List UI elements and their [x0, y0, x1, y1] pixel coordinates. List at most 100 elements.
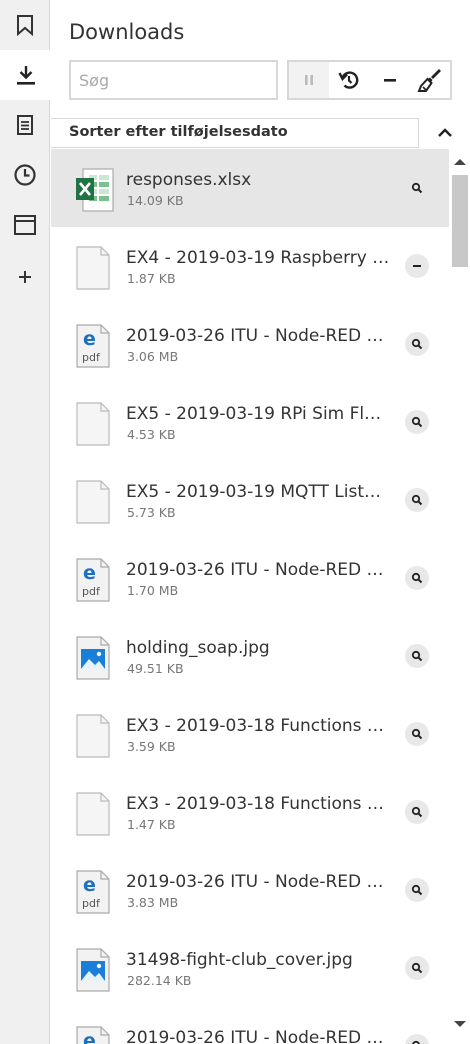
download-item[interactable]: e pdf 2019-03-26 ITU - Node-RED and MQTT…: [51, 851, 449, 929]
download-item[interactable]: EX3 - 2019-03-18 Functions flow.json 3.5…: [51, 695, 449, 773]
download-name: responses.xlsx: [126, 170, 252, 190]
blank-file-icon: [76, 246, 110, 290]
download-name: 2019-03-26 ITU - Node-RED and MQTT.pdf: [126, 326, 391, 346]
show-in-folder-button[interactable]: [405, 176, 429, 200]
download-toolbar: [287, 60, 452, 100]
download-item[interactable]: EX5 - 2019-03-19 MQTT Listener.json 5.73…: [51, 461, 449, 539]
show-in-folder-button[interactable]: [405, 878, 429, 902]
download-name: holding_soap.jpg: [126, 638, 270, 658]
download-item[interactable]: e pdf 2019-03-26 ITU - Node-RED and MQTT…: [51, 305, 449, 383]
search-icon: [411, 182, 423, 194]
download-item[interactable]: EX5 - 2019-03-19 RPi Sim Flows.json 4.53…: [51, 383, 449, 461]
search-icon: [411, 338, 423, 350]
search-icon: [411, 494, 423, 506]
history-button[interactable]: [0, 150, 50, 200]
download-name: 2019-03-26 ITU - Node-RED and MQTT (3).p…: [126, 1028, 391, 1044]
show-in-folder-button[interactable]: [405, 1034, 429, 1044]
download-icon: [16, 66, 35, 85]
cancel-icon: [413, 265, 421, 267]
download-item[interactable]: holding_soap.jpg 49.51 KB: [51, 617, 449, 695]
download-item[interactable]: EX3 - 2019-03-18 Functions flow (1).json…: [51, 773, 449, 851]
show-in-folder-button[interactable]: [405, 488, 429, 512]
downloads-list: responses.xlsx 14.09 KB EX4 - 2019-03-19…: [51, 149, 449, 1044]
bookmarks-button[interactable]: [0, 0, 50, 50]
show-in-folder-button[interactable]: [405, 410, 429, 434]
download-name: EX3 - 2019-03-18 Functions flow.json: [126, 716, 391, 736]
chevron-up-icon: [437, 128, 452, 137]
download-size: 3.83 MB: [127, 895, 179, 910]
download-item[interactable]: e pdf 2019-03-26 ITU - Node-RED and MQTT…: [51, 1007, 449, 1044]
svg-text:e: e: [83, 874, 96, 896]
pause-icon: [305, 75, 314, 85]
cancel-button[interactable]: [370, 62, 410, 98]
image-file-icon: [76, 948, 110, 992]
notes-icon: [17, 115, 33, 135]
sort-order-button[interactable]: [418, 118, 470, 148]
file-icon-wrap: [75, 947, 111, 992]
file-icon-wrap: [75, 635, 111, 680]
show-in-folder-button[interactable]: [405, 722, 429, 746]
blank-file-icon: [76, 402, 110, 446]
search-icon: [411, 806, 423, 818]
download-item[interactable]: 31498-fight-club_cover.jpg 282.14 KB: [51, 929, 449, 1007]
search-icon: [411, 884, 423, 896]
add-panel-button[interactable]: [0, 252, 50, 302]
pause-button[interactable]: [289, 62, 330, 98]
download-name: EX4 - 2019-03-19 Raspberry Pi Sim Flows.…: [126, 248, 391, 268]
download-item[interactable]: EX4 - 2019-03-19 Raspberry Pi Sim Flows.…: [51, 227, 449, 305]
blank-file-icon: [76, 714, 110, 758]
download-name: 2019-03-26 ITU - Node-RED and MQTT (2).p…: [126, 872, 391, 892]
download-name: 31498-fight-club_cover.jpg: [126, 950, 353, 970]
show-in-folder-button[interactable]: [405, 644, 429, 668]
downloads-button[interactable]: [0, 50, 51, 100]
window-icon: [14, 215, 36, 235]
side-rail: [0, 0, 51, 1044]
svg-text:pdf: pdf: [82, 897, 101, 910]
scrollbar[interactable]: [450, 149, 470, 1044]
notes-button[interactable]: [0, 100, 50, 150]
download-size: 3.06 MB: [127, 349, 179, 364]
search-icon: [411, 728, 423, 740]
sort-bar[interactable]: Sorter efter tilføjelsesdato: [51, 118, 470, 148]
history-icon: [14, 164, 36, 186]
download-size: 1.70 MB: [127, 583, 179, 598]
show-in-folder-button[interactable]: [405, 800, 429, 824]
svg-text:pdf: pdf: [82, 585, 101, 598]
pdf-file-icon: e pdf: [76, 870, 110, 914]
file-icon-wrap: [75, 479, 111, 524]
scroll-up-arrow[interactable]: [454, 159, 466, 165]
search-input[interactable]: [69, 60, 278, 100]
sort-label: Sorter efter tilføjelsesdato: [69, 124, 288, 140]
image-file-icon: [76, 636, 110, 680]
show-in-folder-button[interactable]: [405, 332, 429, 356]
download-size: 1.47 KB: [127, 817, 176, 832]
window-button[interactable]: [0, 200, 50, 250]
search-icon: [411, 650, 423, 662]
scroll-thumb[interactable]: [452, 175, 468, 267]
search-icon: [411, 962, 423, 974]
download-size: 282.14 KB: [127, 973, 192, 988]
show-in-folder-button[interactable]: [405, 956, 429, 980]
clear-brush-icon: [417, 69, 441, 92]
file-icon-wrap: e pdf: [75, 869, 111, 914]
svg-text:e: e: [83, 1030, 96, 1044]
download-name: EX5 - 2019-03-19 RPi Sim Flows.json: [126, 404, 391, 424]
download-item[interactable]: responses.xlsx 14.09 KB: [51, 149, 449, 227]
restart-button[interactable]: [329, 62, 369, 98]
scroll-down-arrow[interactable]: [454, 1021, 466, 1027]
search-icon: [412, 1040, 420, 1044]
cancel-download-button[interactable]: [405, 254, 429, 278]
download-name: EX3 - 2019-03-18 Functions flow (1).json: [126, 794, 391, 814]
svg-text:pdf: pdf: [82, 351, 101, 364]
file-icon-wrap: e pdf: [75, 323, 111, 368]
download-size: 14.09 KB: [127, 193, 184, 208]
show-in-folder-button[interactable]: [405, 566, 429, 590]
download-size: 4.53 KB: [127, 427, 176, 442]
clear-list-button[interactable]: [410, 62, 450, 98]
svg-text:e: e: [83, 328, 96, 350]
excel-file-icon: [76, 168, 114, 212]
download-name: EX5 - 2019-03-19 MQTT Listener.json: [126, 482, 391, 502]
download-item[interactable]: e pdf 2019-03-26 ITU - Node-RED and MQTT…: [51, 539, 449, 617]
add-icon: [19, 271, 31, 283]
svg-text:e: e: [83, 562, 96, 584]
